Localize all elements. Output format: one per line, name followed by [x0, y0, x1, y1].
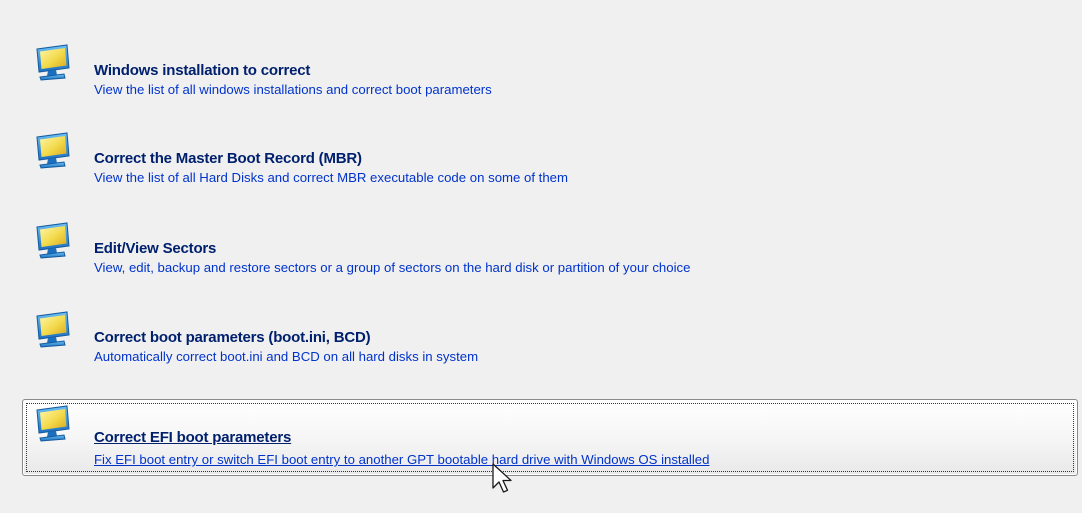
wizard-option-list: Windows installation to correct View the…: [0, 0, 1082, 513]
option-title: Correct EFI boot parameters: [94, 429, 292, 446]
option-description: View, edit, backup and restore sectors o…: [94, 260, 691, 275]
option-title: Windows installation to correct: [94, 62, 311, 79]
monitor-icon: [36, 132, 70, 169]
option-title: Edit/View Sectors: [94, 240, 217, 257]
monitor-icon: [36, 222, 70, 259]
option-correct-efi-boot-parameters[interactable]: Correct EFI boot parameters Fix EFI boot…: [22, 399, 1078, 476]
option-correct-mbr[interactable]: Correct the Master Boot Record (MBR) Vie…: [22, 112, 1078, 185]
monitor-icon: [36, 311, 70, 348]
option-description: Fix EFI boot entry or switch EFI boot en…: [94, 452, 710, 467]
option-description: View the list of all Hard Disks and corr…: [94, 170, 568, 185]
option-correct-boot-parameters[interactable]: Correct boot parameters (boot.ini, BCD) …: [22, 291, 1078, 364]
option-description: View the list of all windows installatio…: [94, 82, 492, 97]
option-windows-installation[interactable]: Windows installation to correct View the…: [22, 24, 1078, 97]
option-title: Correct boot parameters (boot.ini, BCD): [94, 329, 371, 346]
option-edit-view-sectors[interactable]: Edit/View Sectors View, edit, backup and…: [22, 202, 1078, 275]
monitor-icon: [36, 44, 70, 81]
option-description: Automatically correct boot.ini and BCD o…: [94, 349, 479, 364]
option-title: Correct the Master Boot Record (MBR): [94, 150, 362, 167]
monitor-icon: [36, 405, 70, 442]
